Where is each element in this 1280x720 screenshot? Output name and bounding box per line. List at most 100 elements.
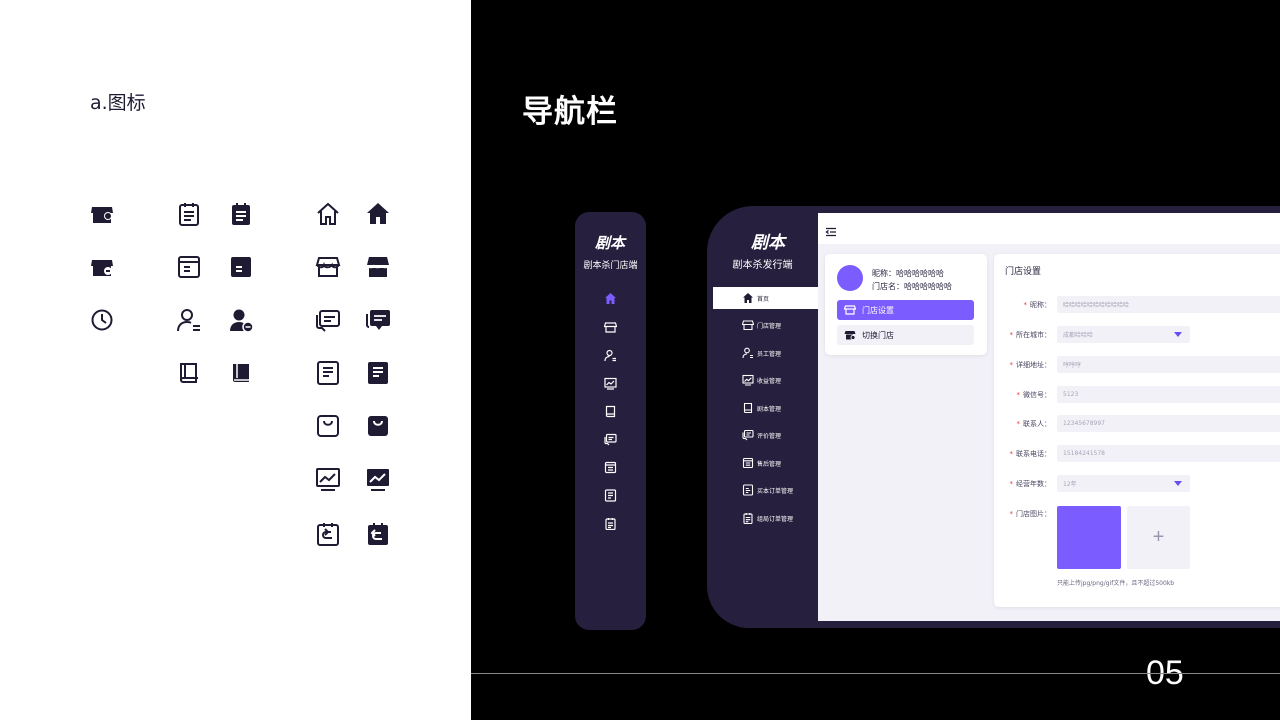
- sidebar-item-staff[interactable]: 员工管理: [713, 342, 818, 364]
- store-settings-button[interactable]: 门店设置: [837, 300, 974, 320]
- chat-icon[interactable]: [604, 433, 617, 446]
- store-icon: [844, 304, 856, 316]
- city-field-label: * 所在城市：: [1009, 331, 1052, 339]
- sidebar-item-reviews[interactable]: 评价管理: [713, 424, 818, 446]
- clipboard-outline-icon: [176, 201, 202, 227]
- required-asterisk: *: [1009, 331, 1014, 339]
- address-input[interactable]: 哼哼哼: [1057, 356, 1280, 373]
- required-asterisk: *: [1023, 301, 1028, 309]
- sidebar-item-scripts[interactable]: 剧本管理: [713, 397, 818, 419]
- required-asterisk: *: [1009, 510, 1014, 518]
- document-icon[interactable]: [604, 489, 617, 502]
- wechat-field-label: * 微信号：: [1016, 391, 1052, 399]
- list-icon: [742, 457, 754, 469]
- caret-down-icon: [1174, 481, 1182, 486]
- store-icon[interactable]: [604, 321, 617, 334]
- chart-icon[interactable]: [604, 377, 617, 390]
- upload-add-button[interactable]: +: [1127, 506, 1190, 569]
- brand-logo: 剧本: [751, 233, 785, 253]
- sidebar-item-after-sales[interactable]: 售后管理: [713, 452, 818, 474]
- icon-showcase-panel: a.图标: [0, 0, 471, 720]
- list-icon[interactable]: [604, 461, 617, 474]
- home-icon: [742, 292, 754, 304]
- sidebar-item-group-orders[interactable]: 组局订单管理: [713, 507, 818, 529]
- sidebar-item-label: 剧本管理: [757, 405, 782, 413]
- sidebar-item-label: 售后管理: [757, 460, 782, 468]
- store-badge-icon: [89, 254, 115, 280]
- page-heading: 导航栏: [522, 94, 618, 130]
- wechat-input[interactable]: 5123: [1057, 386, 1280, 403]
- book-icon: [742, 402, 754, 414]
- sidebar-item-stores[interactable]: 门店管理: [713, 314, 818, 336]
- home-outline-icon: [315, 201, 341, 227]
- required-asterisk: *: [1009, 361, 1014, 369]
- switch-store-button[interactable]: 切换门店: [837, 325, 974, 345]
- phone-input[interactable]: 15184241578: [1057, 445, 1280, 462]
- top-bar: [818, 213, 1280, 244]
- required-asterisk: *: [1016, 391, 1021, 399]
- store-settings-form: 门店设置 * 昵称： 哈哈哈哈哈哈哈哈哈哈哈 * 所在城市： 成都哈哈哈 * 详细地址…: [994, 254, 1280, 607]
- document-outline-icon: [176, 254, 202, 280]
- sidebar-item-purchase-orders[interactable]: 买本订单管理: [713, 479, 818, 501]
- phone-field-label: * 联系电话：: [1009, 450, 1052, 458]
- upload-hint: 只能上传jpg/png/gif文件，且不超过500kb: [1057, 580, 1175, 587]
- document-filled-icon: [228, 254, 254, 280]
- chat-filled-icon: [365, 307, 391, 333]
- required-asterisk: *: [1009, 450, 1014, 458]
- years-field-label: * 经营年数：: [1009, 480, 1052, 488]
- sidebar-item-label: 首页: [757, 295, 770, 303]
- book-filled-icon: [228, 360, 254, 386]
- sidebar-item-label: 买本订单管理: [757, 487, 794, 495]
- nickname-input[interactable]: 哈哈哈哈哈哈哈哈哈哈哈: [1057, 296, 1280, 313]
- required-asterisk: *: [1009, 480, 1014, 488]
- store-image-field-label: * 门店图片：: [1009, 510, 1052, 518]
- city-select[interactable]: 成都哈哈哈: [1057, 326, 1190, 343]
- chat-outline-icon: [315, 307, 341, 333]
- clipboard-icon[interactable]: [604, 517, 617, 530]
- user-icon: [742, 347, 754, 359]
- user-icon[interactable]: [604, 349, 617, 362]
- chart-filled-icon: [365, 466, 391, 492]
- main-content: 昵称：哈哈哈哈哈哈 门店名：哈哈哈哈哈哈 门店设置 切换门店 门店设置 * 昵称：…: [818, 213, 1280, 621]
- user-outline-icon: [176, 307, 202, 333]
- contact-field-label: * 联系人：: [1016, 420, 1052, 428]
- document-icon: [742, 484, 754, 496]
- uploaded-store-image[interactable]: [1057, 506, 1121, 569]
- contact-input[interactable]: 12345678997: [1057, 415, 1280, 432]
- brand-logo: 剧本: [595, 234, 626, 252]
- chart-outline-icon: [315, 466, 341, 492]
- store-name-label: 门店名：: [872, 282, 904, 291]
- sidebar-item-label: 门店管理: [757, 322, 782, 330]
- form-title: 门店设置: [1005, 267, 1042, 277]
- chat-icon: [742, 429, 754, 441]
- menu-collapse-icon[interactable]: [825, 223, 837, 237]
- shop-outline-icon: [315, 254, 341, 280]
- store-icon: [89, 201, 115, 227]
- address-field-label: * 详细地址：: [1009, 361, 1052, 369]
- book-icon[interactable]: [604, 405, 617, 418]
- caret-down-icon: [1174, 332, 1182, 337]
- divider: [471, 673, 1280, 674]
- user-filled-icon: [228, 307, 254, 333]
- user-card: 昵称：哈哈哈哈哈哈 门店名：哈哈哈哈哈哈 门店设置 切换门店: [825, 254, 987, 355]
- bag-outline-icon: [315, 413, 341, 439]
- mini-brand-title: 剧本杀门店端: [583, 261, 638, 271]
- home-filled-icon: [365, 201, 391, 227]
- clock-icon: [89, 307, 115, 333]
- store-settings-label: 门店设置: [862, 305, 894, 315]
- store-badge-icon: [844, 329, 856, 341]
- home-icon[interactable]: [604, 292, 617, 305]
- nickname-label: 昵称：: [872, 269, 896, 278]
- return-outline-icon: [315, 521, 341, 547]
- switch-store-label: 切换门店: [862, 330, 894, 340]
- list-filled-icon: [365, 360, 391, 386]
- sidebar-item-home[interactable]: 首页: [713, 287, 818, 309]
- clipboard-icon: [742, 512, 754, 524]
- clipboard-filled-icon: [228, 201, 254, 227]
- shop-filled-icon: [365, 254, 391, 280]
- years-select[interactable]: 12年: [1057, 475, 1190, 492]
- sidebar-item-revenue[interactable]: 收益管理: [713, 369, 818, 391]
- sidebar-brand-title: 剧本杀发行端: [732, 260, 793, 271]
- avatar[interactable]: [837, 265, 863, 291]
- book-outline-icon: [176, 360, 202, 386]
